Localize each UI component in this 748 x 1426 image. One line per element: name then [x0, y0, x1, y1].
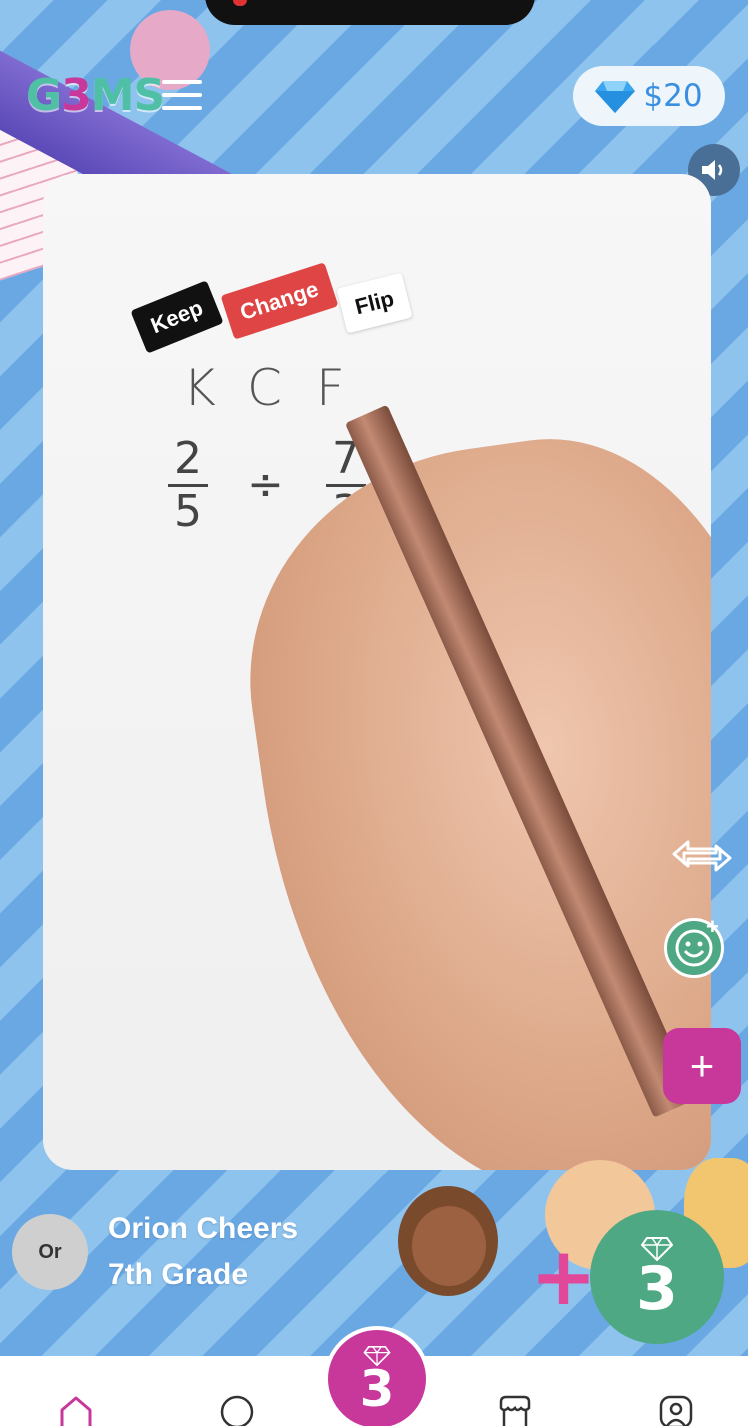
reaction-plus-icon: + — [706, 914, 719, 939]
keep-tag: Keep — [130, 280, 224, 354]
menu-icon[interactable] — [162, 80, 202, 110]
search-icon[interactable] — [219, 1394, 255, 1426]
swap-icon[interactable] — [670, 832, 734, 880]
user-grade: 7th Grade — [108, 1258, 249, 1291]
gem-count: 3 — [636, 1254, 678, 1324]
division-sign: ÷ — [247, 459, 284, 510]
add-button[interactable]: + — [663, 1028, 741, 1104]
video-player[interactable]: Keep Change Flip KCF 2 5 ÷ 7 3 — [43, 174, 711, 1170]
diamond-icon — [595, 81, 636, 113]
logo-suffix: MS — [90, 70, 165, 121]
speaker-icon — [702, 160, 723, 180]
decoration-plus-sign: + — [530, 1230, 598, 1323]
fraction-left-denominator: 5 — [174, 486, 202, 537]
profile-icon[interactable] — [658, 1394, 694, 1426]
logo-prefix: G — [26, 70, 62, 121]
fraction-left: 2 5 — [168, 436, 208, 535]
balance-amount: $20 — [643, 78, 703, 114]
recording-indicator — [233, 0, 247, 6]
status-bar-notch — [205, 0, 535, 25]
home-icon[interactable] — [58, 1394, 94, 1426]
balance-pill[interactable]: $20 — [573, 66, 725, 126]
center-gem-count: 3 — [359, 1360, 395, 1418]
app-logo[interactable]: G3MS — [26, 70, 165, 121]
fraction-left-numerator: 2 — [174, 433, 202, 484]
gems-tab-button[interactable]: 3 — [324, 1326, 430, 1426]
decoration-kid-face — [412, 1206, 486, 1286]
flip-tag: Flip — [336, 272, 413, 334]
logo-three: 3 — [61, 70, 92, 121]
change-tag: Change — [220, 262, 339, 340]
store-icon[interactable] — [497, 1394, 533, 1426]
gem-reward-button[interactable]: 3 — [590, 1210, 724, 1344]
avatar[interactable]: Or — [12, 1214, 88, 1290]
handwritten-letters: KCF — [183, 359, 379, 417]
user-name[interactable]: Orion Cheers — [108, 1212, 298, 1246]
